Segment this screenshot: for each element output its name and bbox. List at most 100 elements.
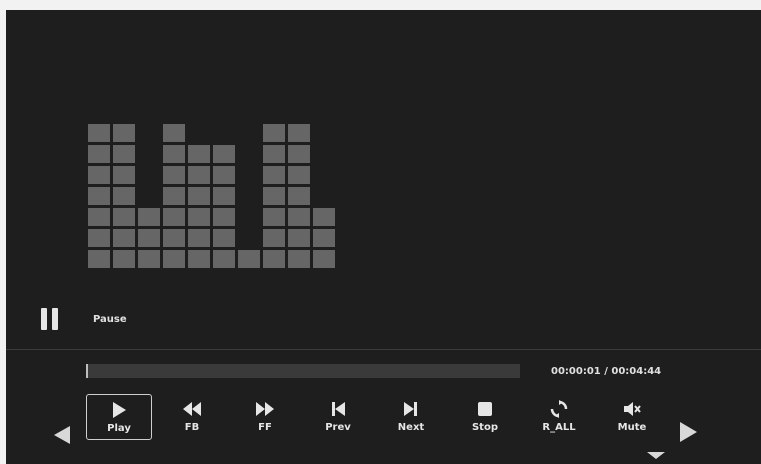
audio-spectrum-visualizer [88, 124, 338, 268]
visualizer-cell [213, 166, 235, 184]
visualizer-cell [188, 187, 210, 205]
fast-backward-icon [182, 400, 202, 418]
progress-fill [86, 364, 88, 378]
visualizer-bar [163, 124, 185, 268]
status-label: Pause [93, 313, 127, 325]
visualizer-bar [263, 124, 285, 268]
repeat-all-icon [550, 400, 568, 418]
visualizer-cell [188, 208, 210, 226]
visualizer-cell [163, 145, 185, 163]
fast-forward-button[interactable]: FF [232, 394, 298, 440]
stop-icon [478, 400, 492, 418]
visualizer-cell [188, 166, 210, 184]
visualizer-cell [288, 145, 310, 163]
visualizer-cell [88, 124, 110, 142]
visualizer-cell [213, 229, 235, 247]
previous-button[interactable]: Prev [305, 394, 371, 440]
visualizer-cell [88, 229, 110, 247]
visualizer-cell [213, 145, 235, 163]
visualizer-cell [88, 250, 110, 268]
play-button[interactable]: Play [86, 394, 152, 440]
visualizer-cell [263, 145, 285, 163]
visualizer-cell [313, 250, 335, 268]
fast-forward-label: FF [258, 422, 272, 433]
visualizer-cell [163, 208, 185, 226]
visualizer-cell [288, 229, 310, 247]
visualizer-cell [138, 229, 160, 247]
stop-button[interactable]: Stop [452, 394, 518, 440]
visualizer-cell [113, 250, 135, 268]
next-button[interactable]: Next [378, 394, 444, 440]
visualizer-cell [88, 187, 110, 205]
repeat-all-button[interactable]: R_ALL [526, 394, 592, 440]
visualizer-cell [288, 250, 310, 268]
fast-forward-icon [255, 400, 275, 418]
visualizer-cell [113, 229, 135, 247]
visualizer-cell [138, 208, 160, 226]
visualizer-cell [288, 124, 310, 142]
visualizer-cell [113, 124, 135, 142]
visualizer-cell [88, 208, 110, 226]
visualizer-cell [288, 187, 310, 205]
stop-label: Stop [471, 422, 498, 433]
visualizer-bar [213, 124, 235, 268]
visualizer-bar [88, 124, 110, 268]
visualizer-bar [313, 124, 335, 268]
arrow-left-icon[interactable] [54, 426, 70, 444]
time-display: 00:00:01 / 00:04:44 [551, 366, 662, 377]
divider [6, 349, 761, 350]
visualizer-cell [113, 145, 135, 163]
repeat-all-label: R_ALL [542, 422, 576, 433]
visualizer-cell [163, 166, 185, 184]
visualizer-cell [188, 145, 210, 163]
visualizer-bar [288, 124, 310, 268]
fast-backward-button[interactable]: FB [159, 394, 225, 440]
visualizer-cell [263, 250, 285, 268]
visualizer-cell [288, 166, 310, 184]
visualizer-cell [188, 229, 210, 247]
visualizer-cell [113, 187, 135, 205]
visualizer-cell [263, 187, 285, 205]
visualizer-cell [163, 187, 185, 205]
visualizer-cell [263, 166, 285, 184]
previous-icon [330, 400, 346, 418]
visualizer-bar [238, 124, 260, 268]
visualizer-cell [213, 208, 235, 226]
mute-icon [623, 400, 641, 418]
visualizer-cell [313, 208, 335, 226]
visualizer-cell [113, 166, 135, 184]
visualizer-cell [188, 250, 210, 268]
playback-status: Pause [41, 308, 127, 330]
transport-controls: Play FB FF Prev Next Stop R_ALL Mute [86, 394, 676, 444]
arrow-down-icon[interactable] [647, 452, 665, 459]
visualizer-bar [113, 124, 135, 268]
visualizer-cell [263, 229, 285, 247]
visualizer-bar [138, 124, 160, 268]
visualizer-cell [263, 124, 285, 142]
mute-label: Mute [617, 422, 647, 433]
visualizer-cell [138, 250, 160, 268]
fast-backward-label: FB [184, 422, 200, 433]
visualizer-cell [163, 124, 185, 142]
media-player-screen: Pause 00:00:01 / 00:04:44 Play FB FF Pre… [6, 10, 761, 464]
next-icon [403, 400, 419, 418]
visualizer-cell [288, 208, 310, 226]
visualizer-cell [88, 166, 110, 184]
visualizer-cell [163, 250, 185, 268]
visualizer-cell [213, 187, 235, 205]
mute-button[interactable]: Mute [599, 394, 665, 440]
play-label: Play [107, 423, 131, 434]
visualizer-cell [163, 229, 185, 247]
visualizer-cell [313, 229, 335, 247]
arrow-right-icon[interactable] [680, 422, 697, 442]
visualizer-cell [263, 208, 285, 226]
next-label: Next [397, 422, 425, 433]
visualizer-bar [188, 124, 210, 268]
progress-bar[interactable] [86, 364, 520, 378]
visualizer-cell [213, 250, 235, 268]
visualizer-cell [88, 145, 110, 163]
pause-icon [41, 308, 61, 330]
visualizer-cell [238, 250, 260, 268]
play-icon [111, 401, 127, 419]
previous-label: Prev [325, 422, 351, 433]
